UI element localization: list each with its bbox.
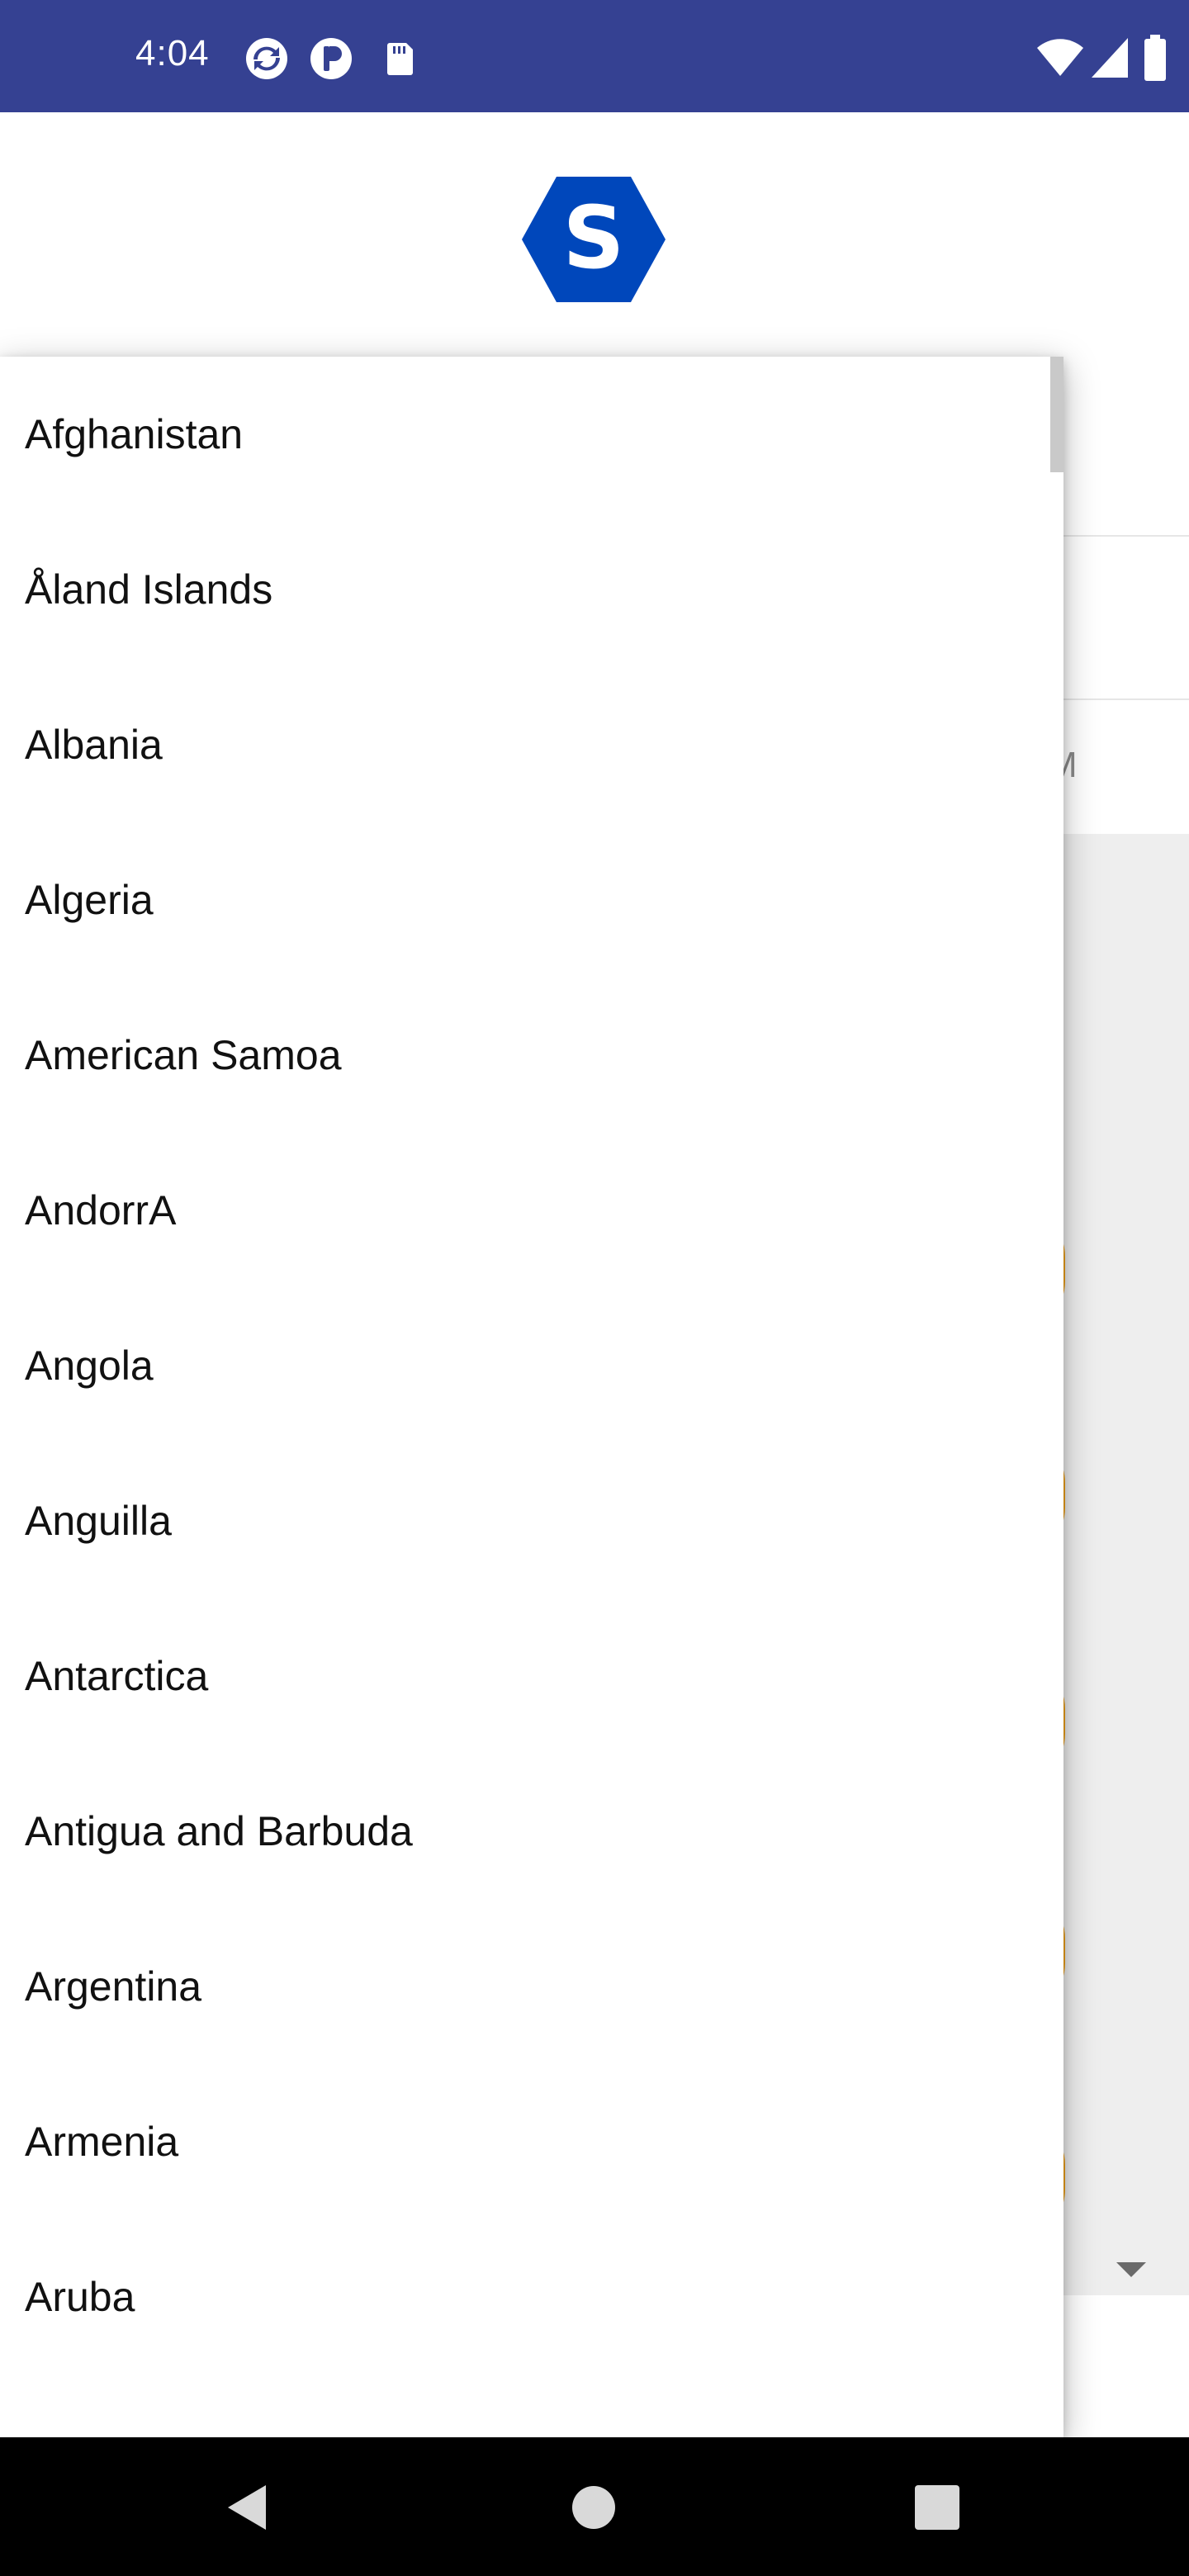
list-item[interactable]: Argentina xyxy=(0,1909,1063,2064)
list-item[interactable]: Albania xyxy=(0,667,1063,822)
status-time: 4:04 xyxy=(135,33,210,73)
back-icon[interactable] xyxy=(220,2479,277,2536)
list-item[interactable]: Algeria xyxy=(0,822,1063,978)
list-item[interactable]: Afghanistan xyxy=(0,357,1063,512)
list-item[interactable]: American Samoa xyxy=(0,978,1063,1133)
list-item[interactable]: Armenia xyxy=(0,2064,1063,2219)
signal-icon xyxy=(1092,38,1128,78)
list-item[interactable]: Åland Islands xyxy=(0,512,1063,667)
sd-card-icon xyxy=(387,43,413,75)
app-logo: S xyxy=(522,177,666,302)
dropdown-arrow-icon[interactable] xyxy=(1116,2262,1146,2277)
scrollbar[interactable] xyxy=(1050,357,1063,472)
list-item[interactable]: Antigua and Barbuda xyxy=(0,1754,1063,1909)
battery-icon xyxy=(1144,35,1166,81)
wifi-icon xyxy=(1037,39,1083,76)
list-item[interactable]: Angola xyxy=(0,1288,1063,1443)
country-dropdown-list[interactable]: Afghanistan Åland Islands Albania Algeri… xyxy=(0,357,1063,2437)
status-bar: 4:04 xyxy=(0,0,1189,112)
list-item[interactable]: Aruba xyxy=(0,2219,1063,2375)
home-icon[interactable] xyxy=(565,2479,623,2536)
sync-icon xyxy=(246,38,287,79)
list-item[interactable]: Anguilla xyxy=(0,1443,1063,1598)
list-item[interactable]: Antarctica xyxy=(0,1598,1063,1754)
app-p-icon xyxy=(310,38,352,79)
recents-icon[interactable] xyxy=(908,2479,966,2536)
logo-letter: S xyxy=(563,187,625,288)
navigation-bar xyxy=(0,2437,1189,2576)
list-item[interactable]: AndorrA xyxy=(0,1133,1063,1288)
